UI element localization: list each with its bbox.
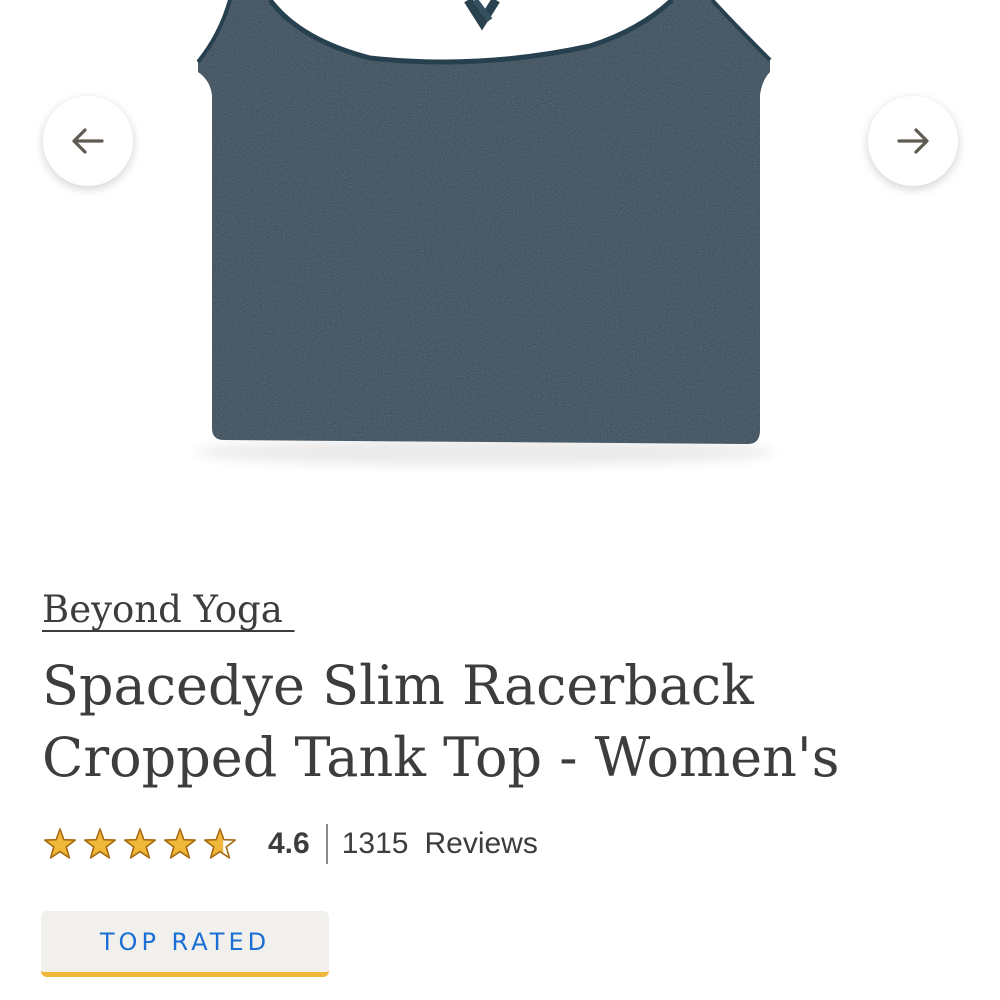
star-icon [43,828,77,859]
brand-link[interactable]: Beyond Yoga [42,588,295,631]
star-icon [83,828,117,859]
product-title-line-2: Cropped Tank Top - Women's [42,726,840,789]
previous-image-button[interactable] [43,96,133,186]
tank-top-body [198,0,770,444]
star-icon [123,828,157,859]
arrow-right-icon [897,128,929,154]
top-rated-badge: TOP RATED [41,911,329,977]
star-icon [163,828,197,859]
reviews-link[interactable]: Reviews [424,827,537,861]
review-count: 1315 [341,827,409,860]
rating-divider [325,824,328,864]
arrow-left-icon [72,128,104,154]
rating-summary[interactable]: 4.6 1315 Reviews [42,820,538,868]
product-title-line-1: Spacedye Slim Racerback [42,654,754,717]
rating-value: 4.6 [268,827,310,860]
star-icon [203,828,237,859]
product-title: Spacedye Slim Racerback Cropped Tank Top… [42,650,972,794]
product-image-gallery [0,0,1000,540]
product-image [195,0,775,466]
badge-label: TOP RATED [99,927,271,956]
next-image-button[interactable] [868,96,958,186]
star-rating [42,826,242,862]
